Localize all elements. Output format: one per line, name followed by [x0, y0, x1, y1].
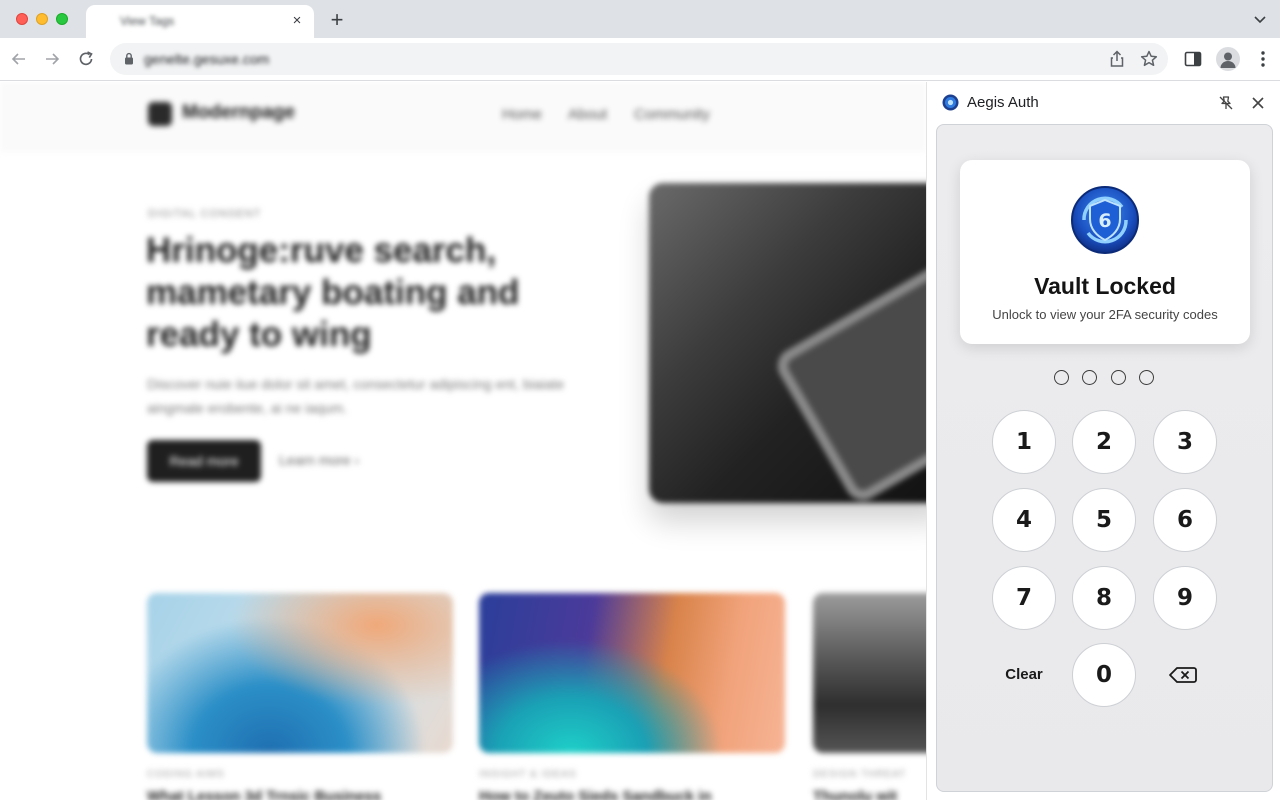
- tab-title: View Tags: [120, 14, 175, 28]
- svg-text:6: 6: [1098, 210, 1111, 232]
- window-minimize-button[interactable]: [36, 13, 48, 25]
- site-logo-icon: [148, 102, 172, 126]
- hero-subtitle: Discover nuie iiue dolor sit amet, conse…: [147, 376, 565, 416]
- vault-status-card: 6 Vault Locked Unlock to view your 2FA s…: [960, 160, 1250, 344]
- vault-title: Vault Locked: [1034, 273, 1176, 299]
- article-card-image[interactable]: [479, 593, 785, 753]
- browser-toolbar: genelte.gesuxe.com: [0, 38, 1280, 81]
- pin-dot: [1139, 370, 1154, 385]
- article-tag: CODING AIMS: [147, 769, 225, 780]
- keypad-9-button[interactable]: 9: [1153, 566, 1217, 630]
- hero-image: [649, 183, 926, 507]
- vault-subtitle: Unlock to view your 2FA security codes: [992, 307, 1218, 322]
- read-more-button[interactable]: Read more: [147, 440, 261, 482]
- hero-eyebrow: DIGITAL CONSENT: [148, 208, 262, 220]
- bookmark-star-icon[interactable]: [1139, 49, 1159, 69]
- keypad-6-button[interactable]: 6: [1153, 488, 1217, 552]
- browser-tab-strip: View Tags × +: [0, 0, 1280, 38]
- site-logo-text: Modernpage: [182, 102, 295, 123]
- vault-shield-icon: 6: [1071, 186, 1139, 254]
- pin-dot: [1054, 370, 1069, 385]
- keypad-1-button[interactable]: 1: [992, 410, 1056, 474]
- keypad-8-button[interactable]: 8: [1072, 566, 1136, 630]
- keypad-4-button[interactable]: 4: [992, 488, 1056, 552]
- site-nav-home[interactable]: Home: [502, 106, 542, 123]
- keypad-5-button[interactable]: 5: [1072, 488, 1136, 552]
- close-panel-icon[interactable]: [1249, 94, 1267, 112]
- profile-avatar[interactable]: [1216, 47, 1240, 71]
- backspace-icon: [1169, 667, 1197, 683]
- forward-arrow-icon[interactable]: [41, 48, 63, 70]
- keypad-clear-button[interactable]: Clear: [992, 643, 1056, 707]
- unpin-icon[interactable]: [1217, 94, 1235, 112]
- reload-icon[interactable]: [75, 48, 97, 70]
- keypad-3-button[interactable]: 3: [1153, 410, 1217, 474]
- lock-icon: [125, 52, 133, 65]
- more-menu-icon[interactable]: [1252, 48, 1274, 70]
- panel-title: Aegis Auth: [967, 94, 1039, 111]
- aegis-auth-panel: Aegis Auth 6 Vault Locked Unlock to view…: [926, 82, 1280, 800]
- webpage-content: Modernpage Home About Community DIGITAL …: [0, 82, 926, 800]
- share-icon[interactable]: [1107, 49, 1127, 69]
- new-tab-button[interactable]: +: [326, 9, 348, 31]
- site-header: Modernpage Home About Community: [0, 82, 926, 152]
- pin-dot: [1111, 370, 1126, 385]
- hero-title: Hrinoge:ruve search, mametary boating an…: [146, 231, 520, 354]
- tab-search-chevron-icon[interactable]: [1252, 11, 1268, 27]
- pin-dot: [1082, 370, 1097, 385]
- address-bar[interactable]: genelte.gesuxe.com: [110, 43, 1168, 75]
- article-title[interactable]: Thunolu wit: [813, 788, 897, 800]
- keypad-backspace-button[interactable]: [1153, 643, 1217, 707]
- keypad-0-button[interactable]: 0: [1072, 643, 1136, 707]
- site-nav-about[interactable]: About: [568, 106, 607, 123]
- window-zoom-button[interactable]: [56, 13, 68, 25]
- site-nav-community[interactable]: Community: [634, 106, 710, 123]
- keypad-7-button[interactable]: 7: [992, 566, 1056, 630]
- article-title[interactable]: What Lesson 3d Trnsic Business: [147, 788, 381, 800]
- person-icon: [1220, 52, 1236, 68]
- back-arrow-icon[interactable]: [8, 48, 30, 70]
- window-close-button[interactable]: [16, 13, 28, 25]
- browser-tab[interactable]: View Tags ×: [86, 5, 314, 38]
- article-tag: INSIGHT & IDEAS: [479, 769, 577, 780]
- keypad-2-button[interactable]: 2: [1072, 410, 1136, 474]
- url-text: genelte.gesuxe.com: [144, 51, 270, 67]
- article-title[interactable]: How to Zeuto Sieds Sandbuck in: [479, 788, 712, 800]
- article-card-image[interactable]: [813, 593, 926, 753]
- aegis-shield-icon: [942, 94, 959, 111]
- side-panel-icon[interactable]: [1182, 48, 1204, 70]
- learn-more-link[interactable]: Learn more ›: [279, 452, 359, 468]
- vault-container: 6 Vault Locked Unlock to view your 2FA s…: [936, 124, 1273, 792]
- tab-close-icon[interactable]: ×: [288, 12, 306, 30]
- article-card-image[interactable]: [147, 593, 453, 753]
- article-tag: DESIGN THREAT: [813, 769, 907, 780]
